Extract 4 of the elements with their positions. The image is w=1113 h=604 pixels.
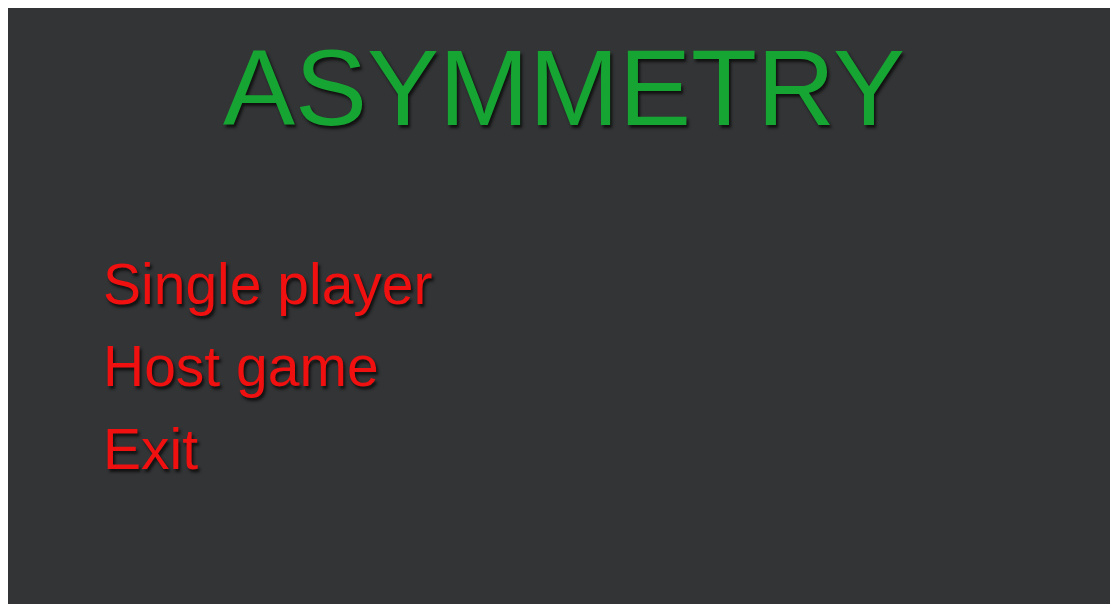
menu-item[interactable]: Exit (103, 418, 199, 480)
menu-item[interactable]: Host game (103, 336, 379, 397)
game-title: ASYMMETRY (222, 34, 906, 142)
menu-item[interactable]: Single player (103, 254, 433, 315)
